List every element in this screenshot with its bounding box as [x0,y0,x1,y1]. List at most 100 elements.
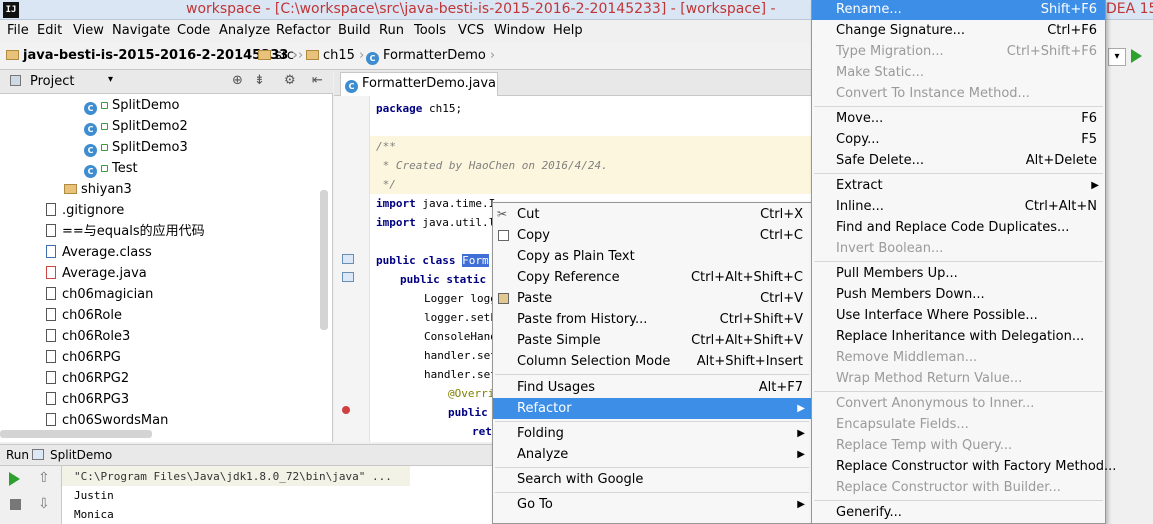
menu-item-replace-inheritance[interactable]: Replace Inheritance with Delegation... [812,326,1105,347]
rerun-icon[interactable] [9,472,20,486]
menu-item-replace-factory[interactable]: Replace Constructor with Factory Method.… [812,456,1116,477]
tree-item[interactable]: ==与equals的应用代码 [46,222,205,242]
menu-item-go-to[interactable]: Go To ▶ [493,494,811,515]
tree-item[interactable]: ch06SwordsMan [46,411,168,431]
menu-analyze[interactable]: Analyze [219,23,270,38]
menu-item-remove-middleman[interactable]: Remove Middleman... [812,347,1105,368]
menu-item-use-interface[interactable]: Use Interface Where Possible... [812,305,1105,326]
file-icon [46,308,56,321]
menu-item-search-google[interactable]: Search with Google [493,469,811,490]
menu-item-shortcut: Shift+F6 [1040,2,1097,17]
menu-item-wrap-return[interactable]: Wrap Method Return Value... [812,368,1105,389]
override-icon[interactable] [342,406,350,414]
menu-item-push-members[interactable]: Push Members Down... [812,284,1105,305]
chevron-down-icon[interactable]: ▾ [1108,48,1126,66]
menu-item-copy-reference[interactable]: Copy Reference Ctrl+Alt+Shift+C [493,267,811,288]
tree-item[interactable]: .gitignore [46,201,124,221]
project-view-selector[interactable]: Project [30,74,74,89]
menu-item-find-usages[interactable]: Find Usages Alt+F7 [493,377,811,398]
menu-edit[interactable]: Edit [37,23,62,38]
locate-icon[interactable]: ⊕ [232,73,243,88]
up-arrow-icon[interactable]: ⇧ [38,470,50,486]
tree-item[interactable]: ch06RPG2 [46,369,129,389]
menu-item-encapsulate-fields[interactable]: Encapsulate Fields... [812,414,1105,435]
code-line: import java.time.I [376,197,496,210]
breadcrumb-src[interactable]: src › [258,48,307,63]
menu-refactor[interactable]: Refactor [276,23,331,38]
menu-item-convert-instance[interactable]: Convert To Instance Method... [812,83,1105,104]
menu-tools[interactable]: Tools [414,23,446,38]
menu-item-inline[interactable]: Inline... Ctrl+Alt+N [812,196,1105,217]
menu-help[interactable]: Help [553,23,583,38]
menu-item-convert-anonymous[interactable]: Convert Anonymous to Inner... [812,393,1105,414]
run-icon[interactable] [1131,49,1142,63]
tree-item[interactable]: C SplitDemo [84,96,179,116]
chevron-down-icon[interactable]: ▾ [108,74,113,85]
stop-icon[interactable] [10,499,21,510]
tree-item[interactable]: ch06Role [46,306,122,326]
bookmark-icon[interactable] [342,254,354,264]
menu-vcs[interactable]: VCS [458,23,484,38]
menu-item-copy-plain[interactable]: Copy as Plain Text [493,246,811,267]
menu-item-replace-temp[interactable]: Replace Temp with Query... [812,435,1105,456]
menu-item-make-static[interactable]: Make Static... [812,62,1105,83]
collapse-icon[interactable]: ⇟ [254,73,265,88]
menu-item-cut[interactable]: ✂ Cut Ctrl+X [493,204,811,225]
menu-item-generify[interactable]: Generify... [812,502,1105,523]
hide-panel-icon[interactable]: ⇤ [312,73,323,88]
menu-item-change-signature[interactable]: Change Signature... Ctrl+F6 [812,20,1105,41]
menu-item-replace-builder[interactable]: Replace Constructor with Builder... [812,477,1105,498]
tree-item-label: SplitDemo3 [112,140,188,155]
menu-item-extract[interactable]: Extract ▶ [812,175,1105,196]
menu-item-safe-delete[interactable]: Safe Delete... Alt+Delete [812,150,1105,171]
gear-icon[interactable]: ⚙ [284,73,296,88]
tree-item[interactable]: ch06magician [46,285,153,305]
tree-item[interactable]: Average.class [46,243,152,263]
menu-item-find-duplicates[interactable]: Find and Replace Code Duplicates... [812,217,1105,238]
menu-build[interactable]: Build [338,23,371,38]
menu-item-refactor[interactable]: Refactor ▶ [493,398,811,419]
down-arrow-icon[interactable]: ⇩ [38,496,50,512]
class-icon: C [366,52,379,65]
run-panel-title[interactable]: Run [6,448,29,462]
menu-navigate[interactable]: Navigate [112,23,170,38]
menu-item-paste-history[interactable]: Paste from History... Ctrl+Shift+V [493,309,811,330]
breadcrumb-class[interactable]: C FormatterDemo › [366,48,499,65]
menu-view[interactable]: View [73,23,104,38]
menu-item-paste-simple[interactable]: Paste Simple Ctrl+Alt+Shift+V [493,330,811,351]
tree-item[interactable]: ch06RPG3 [46,390,129,410]
app-logo-icon: IJ [3,2,19,18]
tree-item[interactable]: C SplitDemo2 [84,117,188,137]
menu-item-copy-refactor[interactable]: Copy... F5 [812,129,1105,150]
bookmark-icon[interactable] [342,272,354,282]
menu-file[interactable]: File [7,23,29,38]
tab-formatterdemo[interactable]: CFormatterDemo.java × [340,72,498,113]
tree-hscrollbar[interactable] [0,430,152,438]
menu-window[interactable]: Window [494,23,545,38]
tree-item[interactable]: C Test [84,159,138,179]
menu-code[interactable]: Code [177,23,210,38]
menu-item-folding[interactable]: Folding ▶ [493,423,811,444]
menu-run[interactable]: Run [379,23,404,38]
menu-item-label: Extract [836,178,883,193]
menu-item-invert-boolean[interactable]: Invert Boolean... [812,238,1105,259]
menu-item-column-selection[interactable]: Column Selection Mode Alt+Shift+Insert [493,351,811,372]
menu-item-move[interactable]: Move... F6 [812,108,1105,129]
tree-item[interactable]: ch06Role3 [46,327,130,347]
menu-item-copy[interactable]: Copy Ctrl+C [493,225,811,246]
menu-item-type-migration[interactable]: Type Migration... Ctrl+Shift+F6 [812,41,1105,62]
tree-item[interactable]: ch06RPG [46,348,121,368]
tree-item[interactable]: Average.java [46,264,147,284]
tree-item[interactable]: C SplitDemo3 [84,138,188,158]
console-output[interactable]: "C:\Program Files\Java\jdk1.8.0_72\bin\j… [62,466,492,524]
lock-icon [101,144,108,151]
menu-item-paste[interactable]: Paste Ctrl+V [493,288,811,309]
copy-icon [498,230,509,241]
tree-scrollbar[interactable] [320,190,328,330]
menu-item-analyze[interactable]: Analyze ▶ [493,444,811,465]
breadcrumb-package[interactable]: ch15 › [306,48,368,63]
run-config-name[interactable]: SplitDemo [50,448,112,462]
menu-item-pull-members[interactable]: Pull Members Up... [812,263,1105,284]
tree-item[interactable]: shiyan3 [64,180,132,200]
menu-item-rename[interactable]: Rename... Shift+F6 [812,0,1105,20]
